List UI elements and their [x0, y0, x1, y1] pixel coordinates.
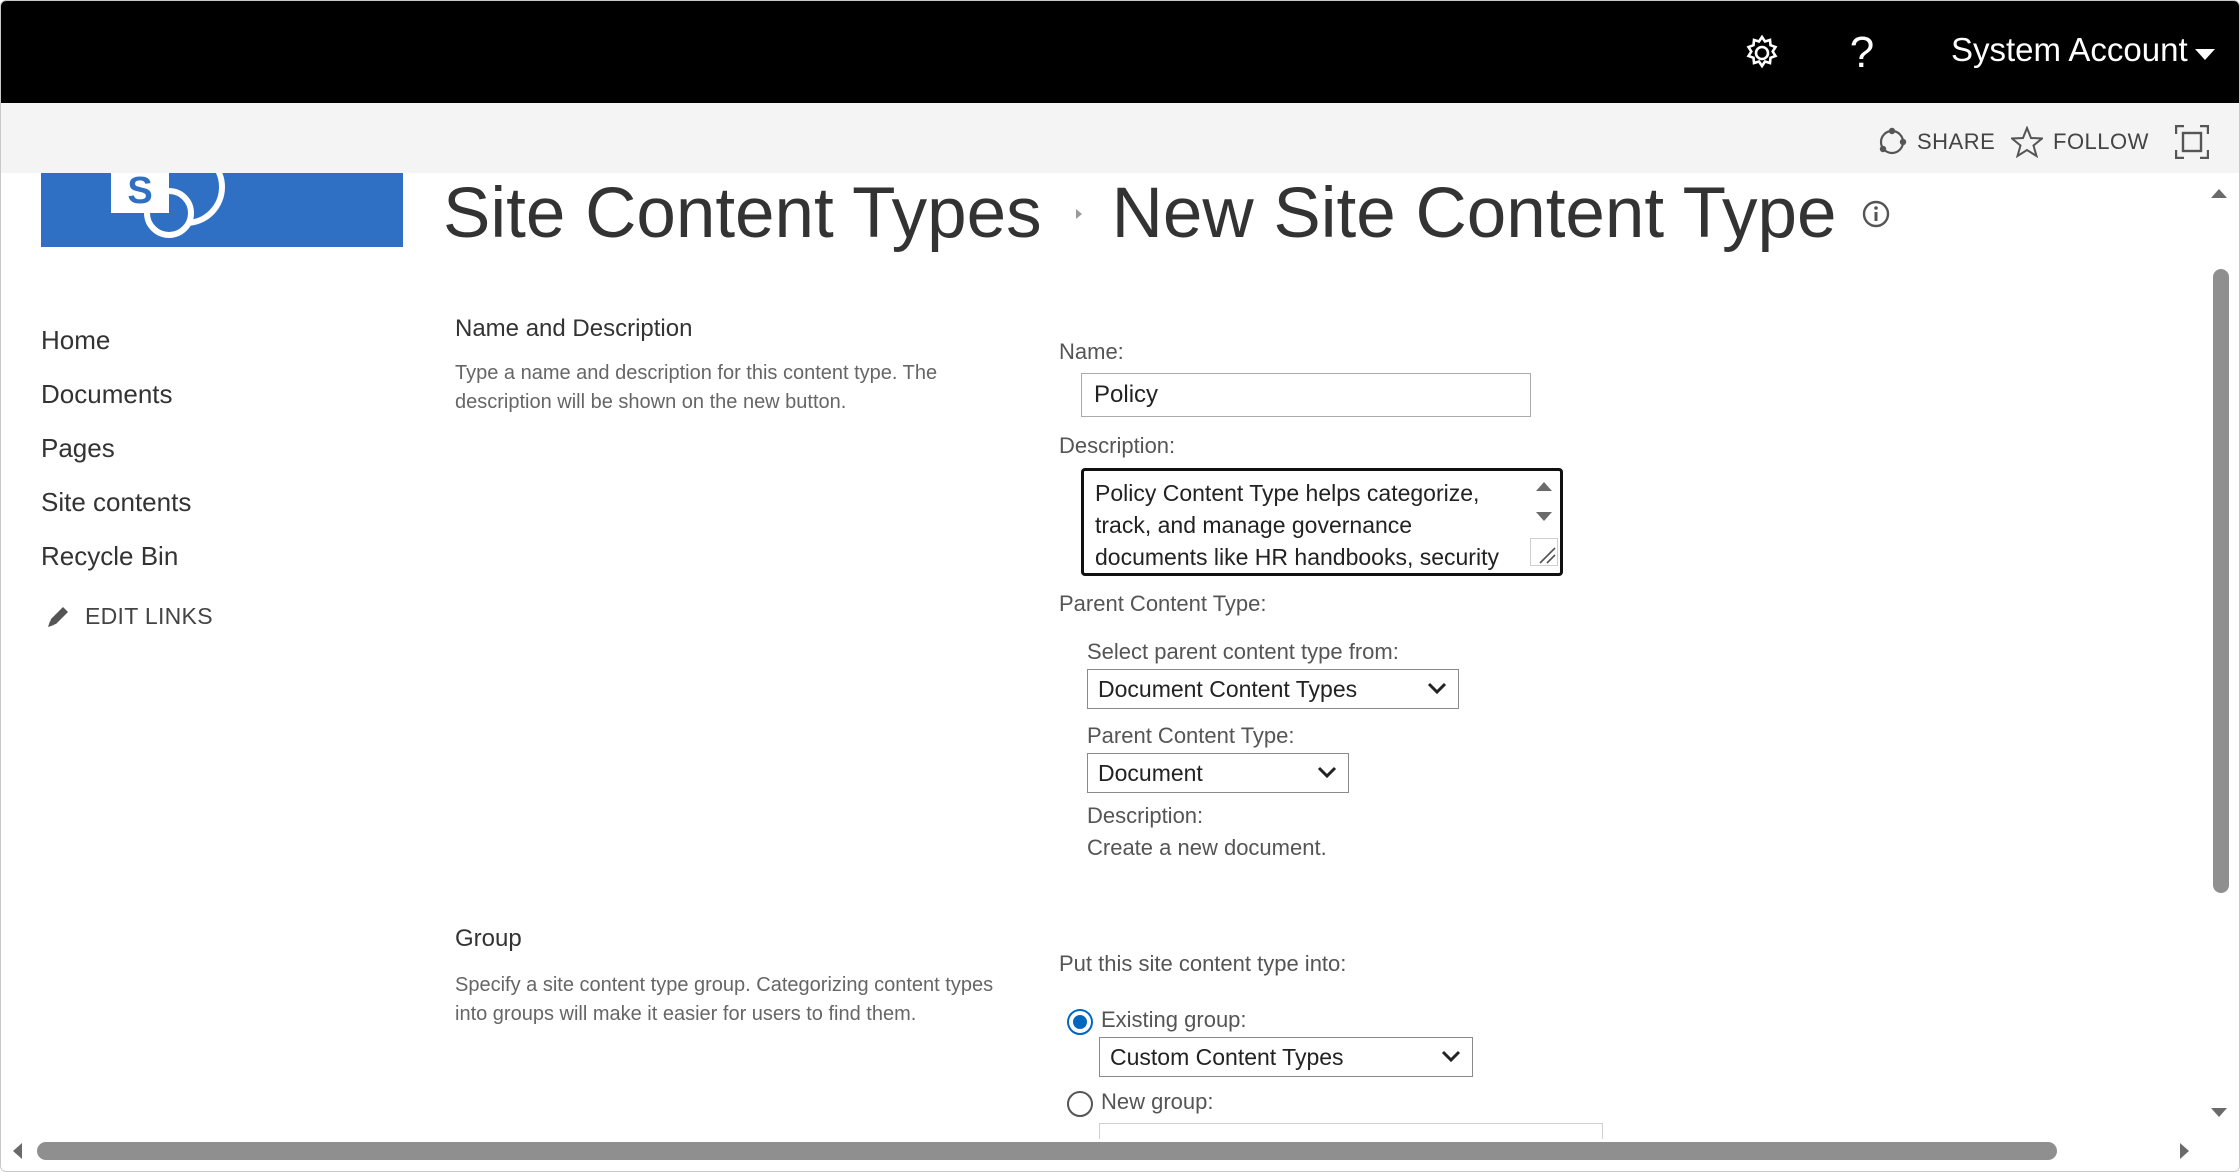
horizontal-scroll-thumb[interactable]: [37, 1142, 2057, 1160]
share-button[interactable]: SHARE: [1877, 125, 1995, 159]
textarea-scrollbar[interactable]: [1532, 477, 1556, 547]
nav-item-pages[interactable]: Pages: [41, 421, 371, 475]
breadcrumb-current: New Site Content Type: [1111, 174, 1837, 253]
browser-window: ? System Account SHARE FOLLOW S Site Con…: [0, 0, 2240, 1172]
chevron-down-icon: [1427, 682, 1447, 695]
new-group-input[interactable]: [1099, 1123, 1603, 1139]
edit-links-button[interactable]: EDIT LINKS: [45, 603, 213, 630]
account-name[interactable]: System Account: [1951, 31, 2188, 69]
parent-content-type-select[interactable]: Document: [1087, 753, 1349, 793]
edit-links-label: EDIT LINKS: [85, 603, 213, 629]
nav-item-site-contents[interactable]: Site contents: [41, 475, 371, 529]
existing-group-radio[interactable]: [1067, 1009, 1093, 1035]
svg-text:S: S: [127, 173, 152, 212]
description-label: Description:: [1059, 433, 1176, 458]
help-icon[interactable]: ?: [1835, 26, 1889, 80]
follow-button[interactable]: FOLLOW: [2011, 125, 2149, 159]
gear-icon[interactable]: [1735, 26, 1789, 80]
new-group-label: New group:: [1101, 1089, 1214, 1114]
left-navigation: Home Documents Pages Site contents Recyc…: [41, 313, 371, 583]
scroll-down-arrow-icon[interactable]: [2209, 1103, 2229, 1123]
info-icon[interactable]: [1861, 199, 1891, 229]
breadcrumb-separator-icon: [1074, 201, 1084, 227]
existing-group-select[interactable]: Custom Content Types: [1099, 1037, 1473, 1077]
share-icon: [1879, 127, 1907, 155]
breadcrumb-parent[interactable]: Site Content Types: [443, 173, 1042, 254]
nav-item-documents[interactable]: Documents: [41, 367, 371, 421]
focus-mode-icon[interactable]: [2174, 124, 2210, 160]
parent-content-type-heading: Parent Content Type:: [1059, 591, 1267, 616]
new-group-radio[interactable]: [1067, 1091, 1093, 1117]
parent-content-type-label: Parent Content Type:: [1087, 723, 1295, 748]
vertical-scroll-thumb[interactable]: [2213, 269, 2229, 893]
name-section-title: Name and Description: [455, 315, 693, 342]
share-label: SHARE: [1917, 129, 1996, 154]
chevron-down-icon: [1441, 1050, 1461, 1063]
description-textarea[interactable]: Policy Content Type helps categorize, tr…: [1081, 468, 1563, 576]
scroll-left-arrow-icon[interactable]: [7, 1141, 27, 1161]
parent-group-select[interactable]: Document Content Types: [1087, 669, 1459, 709]
follow-label: FOLLOW: [2053, 129, 2149, 154]
action-bar: SHARE FOLLOW: [1, 103, 2239, 173]
select-parent-from-label: Select parent content type from:: [1087, 639, 1399, 664]
suite-bar: ? System Account: [1, 1, 2239, 103]
name-input[interactable]: [1081, 373, 1531, 417]
chevron-down-icon: [1317, 766, 1337, 779]
existing-group-value: Custom Content Types: [1110, 1044, 1344, 1070]
group-section-description: Specify a site content type group. Categ…: [455, 974, 994, 1025]
chevron-down-icon[interactable]: [2187, 37, 2223, 73]
description-text: Policy Content Type helps categorize, tr…: [1095, 480, 1499, 570]
parent-content-type-value: Document: [1098, 760, 1203, 786]
nav-item-home[interactable]: Home: [41, 313, 371, 367]
nav-item-recycle-bin[interactable]: Recycle Bin: [41, 529, 371, 583]
parent-description-label: Description:: [1087, 803, 1204, 828]
name-label: Name:: [1059, 339, 1124, 364]
existing-group-label: Existing group:: [1101, 1007, 1247, 1032]
pencil-icon: [48, 606, 68, 627]
parent-description-value: Create a new document.: [1087, 835, 1327, 860]
put-into-label: Put this site content type into:: [1059, 951, 1347, 976]
resize-grip-icon[interactable]: [1530, 538, 1558, 571]
scroll-right-arrow-icon[interactable]: [2175, 1141, 2195, 1161]
group-section-title: Group: [455, 925, 522, 952]
star-icon: [2011, 126, 2043, 158]
scroll-up-arrow-icon[interactable]: [2209, 183, 2229, 203]
name-section-description: Type a name and description for this con…: [455, 362, 938, 413]
parent-group-value: Document Content Types: [1098, 676, 1358, 702]
site-logo[interactable]: S: [41, 173, 403, 247]
page-title: Site Content Types New Site Content Type: [443, 173, 1891, 254]
main-content: S Site Content Types New Site Content Ty…: [1, 173, 2211, 1139]
